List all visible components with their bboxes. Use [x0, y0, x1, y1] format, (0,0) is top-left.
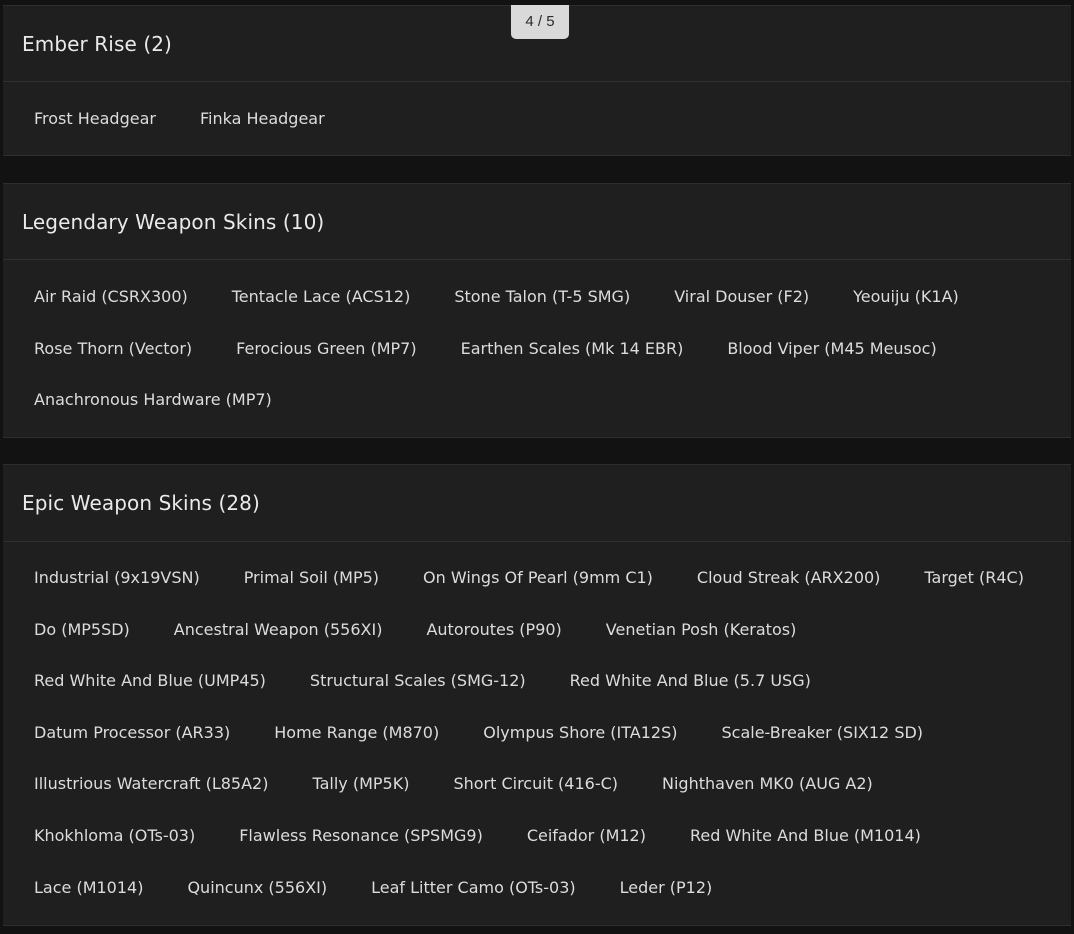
- section-header: Epic Weapon Skins (28): [3, 465, 1071, 542]
- list-item[interactable]: Stone Talon (T-5 SMG): [442, 271, 642, 323]
- list-item[interactable]: Do (MP5SD): [22, 604, 142, 656]
- list-item[interactable]: Illustrious Watercraft (L85A2): [22, 758, 280, 810]
- item-list: Industrial (9x19VSN) Primal Soil (MP5) On …: [3, 542, 1071, 913]
- list-item[interactable]: Ferocious Green (MP7): [224, 323, 428, 375]
- list-item[interactable]: Primal Soil (MP5): [232, 552, 391, 604]
- item-list: Frost Headgear Finka Headgear: [3, 82, 1071, 145]
- list-item[interactable]: Short Circuit (416-C): [441, 758, 630, 810]
- list-item[interactable]: Red White And Blue (5.7 USG): [558, 655, 823, 707]
- list-item[interactable]: Rose Thorn (Vector): [22, 323, 204, 375]
- list-item[interactable]: Flawless Resonance (SPSMG9): [227, 810, 495, 862]
- list-item[interactable]: Tentacle Lace (ACS12): [220, 271, 423, 323]
- list-item[interactable]: Tally (MP5K): [300, 758, 421, 810]
- list-item[interactable]: Industrial (9x19VSN): [22, 552, 212, 604]
- list-item[interactable]: Quincunx (556XI): [175, 862, 339, 914]
- list-item[interactable]: Viral Douser (F2): [662, 271, 821, 323]
- item-list: Air Raid (CSRX300) Tentacle Lace (ACS12) S…: [3, 260, 1071, 426]
- list-item[interactable]: Cloud Streak (ARX200): [685, 552, 893, 604]
- list-item[interactable]: Nighthaven MK0 (AUG A2): [650, 758, 885, 810]
- section-title: Ember Rise (2): [22, 31, 172, 56]
- list-item[interactable]: Frost Headgear: [22, 93, 168, 145]
- list-item[interactable]: Scale-Breaker (SIX12 SD): [709, 707, 935, 759]
- list-item[interactable]: Ancestral Weapon (556XI): [162, 604, 395, 656]
- list-item[interactable]: Ceifador (M12): [515, 810, 658, 862]
- list-item[interactable]: On Wings Of Pearl (9mm C1): [411, 552, 665, 604]
- list-item[interactable]: Datum Processor (AR33): [22, 707, 242, 759]
- list-item[interactable]: Yeouiju (K1A): [841, 271, 971, 323]
- list-item[interactable]: Target (R4C): [912, 552, 1036, 604]
- list-item[interactable]: Finka Headgear: [188, 93, 337, 145]
- list-item[interactable]: Structural Scales (SMG-12): [298, 655, 538, 707]
- list-item[interactable]: Red White And Blue (M1014): [678, 810, 933, 862]
- list-item[interactable]: Lace (M1014): [22, 862, 155, 914]
- list-item[interactable]: Home Range (M870): [262, 707, 451, 759]
- list-item[interactable]: Leder (P12): [608, 862, 725, 914]
- list-item[interactable]: Khokhloma (OTs-03): [22, 810, 207, 862]
- list-item[interactable]: Venetian Posh (Keratos): [594, 604, 809, 656]
- list-item[interactable]: Autoroutes (P90): [414, 604, 573, 656]
- section-legendary-weapon-skins: Legendary Weapon Skins (10) Air Raid (CS…: [3, 183, 1071, 438]
- section-epic-weapon-skins: Epic Weapon Skins (28) Industrial (9x19V…: [3, 464, 1071, 926]
- list-item[interactable]: Olympus Shore (ITA12S): [471, 707, 689, 759]
- section-title: Epic Weapon Skins (28): [22, 491, 260, 515]
- list-item[interactable]: Leaf Litter Camo (OTs-03): [359, 862, 588, 914]
- section-header: Legendary Weapon Skins (10): [3, 184, 1071, 260]
- list-item[interactable]: Earthen Scales (Mk 14 EBR): [449, 323, 696, 375]
- list-item[interactable]: Red White And Blue (UMP45): [22, 655, 278, 707]
- list-item[interactable]: Air Raid (CSRX300): [22, 271, 200, 323]
- page-indicator: 4 / 5: [511, 5, 569, 39]
- list-item[interactable]: Anachronous Hardware (MP7): [22, 374, 284, 426]
- section-title: Legendary Weapon Skins (10): [22, 209, 325, 234]
- list-item[interactable]: Blood Viper (M45 Meusoc): [715, 323, 948, 375]
